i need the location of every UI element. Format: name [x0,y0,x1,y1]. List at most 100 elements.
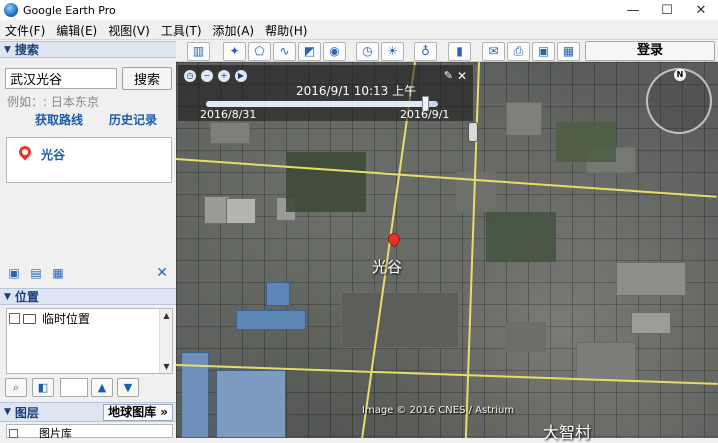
menu-view[interactable]: 视图(V) [103,22,156,39]
login-button[interactable]: 登录 [585,41,715,61]
places-scrollbar[interactable]: ▲ ▼ [159,309,172,373]
sidebar-toggle-icon[interactable]: ▥ [187,42,210,61]
north-indicator[interactable]: N [674,69,686,81]
placemark-pin-icon [16,143,34,161]
building [226,198,256,224]
checkbox[interactable] [9,428,18,438]
menu-add[interactable]: 添加(A) [208,22,261,39]
move-up-icon[interactable]: ▲ [91,378,113,397]
green-area [486,212,556,262]
building [210,122,250,144]
google-earth-icon [4,3,18,17]
historical-imagery-slider: ◷ − + ▶ ✎ ✕ 2016/9/1 10:13 上午 2016/8/31 … [178,65,473,121]
history-link[interactable]: 历史记录 [109,111,157,128]
main-toolbar: ▥ ✦ ⬠ ∿ ◩ ◉ ◷ ☀ ♁ ▮ ✉ ⎙ ▣ ▦ 登录 [176,40,718,62]
blue-roof-building [266,282,290,306]
title-bar: Google Earth Pro — ☐ ✕ [0,0,718,20]
move-down-icon[interactable]: ▼ [117,378,139,397]
search-results-list: 光谷 [6,137,172,183]
add-placemark-icon[interactable]: ✦ [223,42,246,61]
building [506,102,542,136]
layers-tree: 图片库 [6,424,173,441]
menu-tools[interactable]: 工具(T) [156,22,208,39]
menu-file[interactable]: 文件(F) [0,22,51,39]
add-folder-icon[interactable]: ▣ [6,266,22,280]
window-controls: — ☐ ✕ [616,0,718,20]
imagery-layer-label: 图片库 [39,427,72,440]
layers-panel-title: 图层 [14,405,39,420]
tree-item-temp-places[interactable]: 临时位置 [9,310,90,327]
building [631,312,671,334]
wrench-icon[interactable]: ✎ [444,69,453,82]
start-date: 2016/8/31 [200,108,257,121]
email-icon[interactable]: ✉ [482,42,505,61]
clock-icon[interactable]: ◷ [184,70,196,82]
places-tree: 临时位置 ▲ ▼ [6,308,173,374]
search-places-icon[interactable]: ⌕ [5,378,27,397]
add-overlay-icon[interactable]: ◩ [298,42,321,61]
search-results-toolbar: ▣ ▤ ▦ ✕ [0,262,176,284]
view-in-maps-icon[interactable]: ▦ [557,42,580,61]
blue-roof-building [216,370,286,438]
temp-places-label: 临时位置 [42,312,91,326]
toggle-panel-icon[interactable]: ◧ [32,378,54,397]
current-date-time: 2016/9/1 10:13 上午 [296,84,417,98]
search-result-item[interactable]: 光谷 [41,146,65,163]
clear-results-icon[interactable]: ✕ [156,265,168,281]
places-panel-title: 位置 [14,290,39,304]
menu-help[interactable]: 帮助(H) [260,22,313,39]
close-button[interactable]: ✕ [684,0,718,20]
tree-item-imagery[interactable]: 图片库 [9,425,72,441]
ruler-icon[interactable]: ▮ [448,42,471,61]
copy-icon[interactable]: ▤ [28,266,44,280]
time-track[interactable] [206,96,438,111]
blue-roof-building [236,310,306,330]
search-example-hint: 例如：: 日本东京 [7,95,99,109]
close-slider-icon[interactable]: ✕ [457,69,467,83]
get-directions-link[interactable]: 获取路线 [35,111,83,128]
time-controls: ◷ − + ▶ [184,70,252,82]
green-area [286,152,366,212]
print-icon[interactable]: ⎙ [507,42,530,61]
layers-panel-header[interactable]: ▼ 图层 地球图库 » [0,402,176,422]
play-icon[interactable]: ▶ [235,70,247,82]
checkbox[interactable] [9,313,20,324]
record-tour-icon[interactable]: ◉ [323,42,346,61]
zoom-in-icon[interactable]: + [218,70,230,82]
time-track-fill [206,101,427,107]
places-panel-header[interactable]: ▼ 位置 [0,288,176,305]
sidebar: ▼ 搜索 搜索 例如：: 日本东京 获取路线 历史记录 光谷 ▣ ▤ ▦ ✕ ▼… [0,40,176,441]
sunlight-icon[interactable]: ☀ [381,42,404,61]
navigation-compass[interactable]: N [646,68,712,134]
earth-gallery-button[interactable]: 地球图库 » [103,404,173,421]
print-icon[interactable]: ▦ [50,266,66,280]
places-filter-field[interactable] [60,378,88,397]
places-nav-row: ⌕ ◧ ▲ ▼ [5,377,175,399]
scroll-up-icon[interactable]: ▲ [160,309,173,322]
menu-bar: 文件(F) 编辑(E) 视图(V) 工具(T) 添加(A) 帮助(H) [0,21,718,40]
green-area [556,122,616,162]
map-place-label: 大智村 [543,423,592,442]
planets-icon[interactable]: ♁ [414,42,437,61]
placemark-label[interactable]: 光谷 [372,256,402,277]
search-panel-title: 搜索 [14,43,39,57]
search-button[interactable]: 搜索 [122,67,172,90]
add-path-icon[interactable]: ∿ [273,42,296,61]
save-image-icon[interactable]: ▣ [532,42,555,61]
scroll-down-icon[interactable]: ▼ [160,360,173,373]
minimize-button[interactable]: — [616,0,650,20]
search-input[interactable] [5,68,117,89]
street-view-pegman-icon[interactable] [468,122,478,142]
window-title: Google Earth Pro [23,3,116,17]
building [576,342,636,382]
historical-imagery-icon[interactable]: ◷ [356,42,379,61]
parking-lot [341,292,459,348]
imagery-attribution: Image © 2016 CNES / Astrium [362,405,515,416]
maximize-button[interactable]: ☐ [650,0,684,20]
zoom-out-icon[interactable]: − [201,70,213,82]
search-panel-header[interactable]: ▼ 搜索 [0,41,176,58]
add-polygon-icon[interactable]: ⬠ [248,42,271,61]
end-date: 2016/9/1 [400,108,450,121]
menu-edit[interactable]: 编辑(E) [51,22,103,39]
folder-icon [23,313,36,324]
